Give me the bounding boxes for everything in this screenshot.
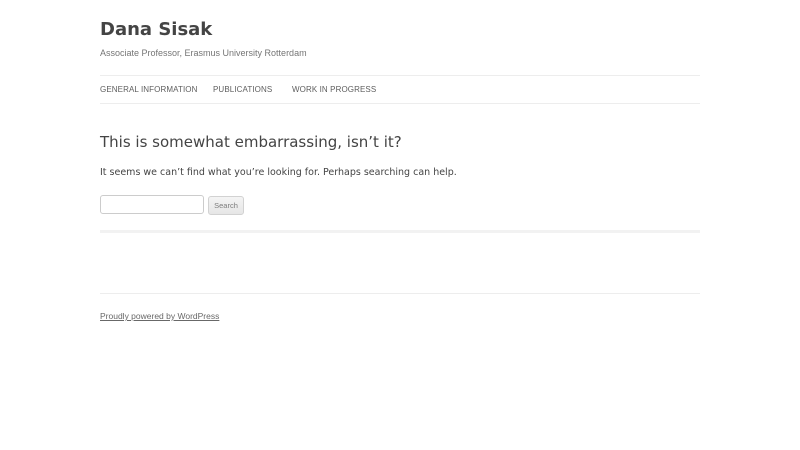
- content-divider: [100, 230, 700, 233]
- nav-item-work-in-progress[interactable]: WORK IN PROGRESS: [292, 85, 376, 95]
- search-button[interactable]: Search: [208, 196, 244, 215]
- wordpress-credit-link[interactable]: Proudly powered by WordPress: [100, 310, 219, 322]
- nav-item-general-information[interactable]: GENERAL INFORMATION: [100, 85, 197, 95]
- page-title: This is somewhat embarrassing, isn’t it?: [100, 133, 402, 151]
- nav-item-publications[interactable]: PUBLICATIONS: [213, 85, 272, 95]
- search-input[interactable]: [100, 195, 204, 214]
- main-navigation: GENERAL INFORMATION PUBLICATIONS WORK IN…: [100, 75, 700, 104]
- site-title[interactable]: Dana Sisak: [100, 18, 212, 42]
- site-description: Associate Professor, Erasmus University …: [100, 48, 307, 58]
- page: Dana Sisak Associate Professor, Erasmus …: [0, 0, 800, 450]
- site-footer: Proudly powered by WordPress: [100, 293, 700, 321]
- not-found-message: It seems we can’t find what you’re looki…: [100, 167, 457, 178]
